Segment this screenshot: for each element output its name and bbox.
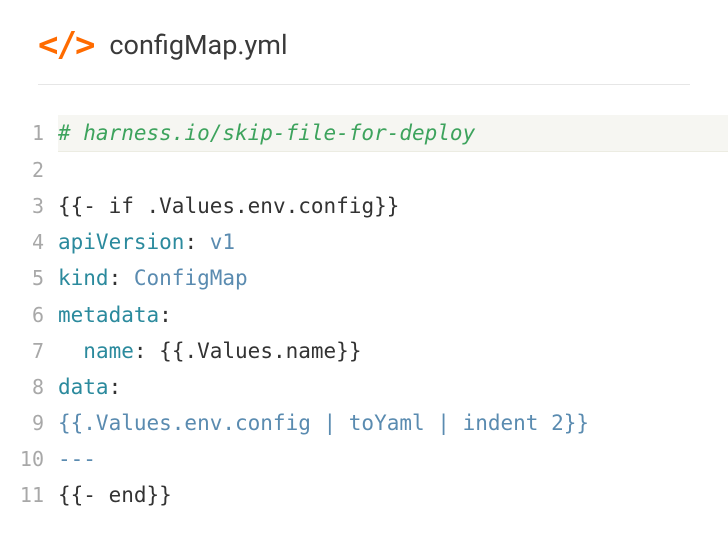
code-line: 3{{- if .Values.env.config}} [0,188,728,224]
code-line: 9{{.Values.env.config | toYaml | indent … [0,405,728,441]
file-header: </> configMap.yml [0,0,728,84]
line-number: 1 [0,116,58,150]
code-icon: </> [38,28,93,62]
code-token: ConfigMap [121,266,247,290]
code-content: --- [58,441,728,477]
code-line: 4apiVersion: v1 [0,224,728,260]
line-number: 4 [0,225,58,259]
line-number: 8 [0,370,58,404]
line-number: 6 [0,298,58,332]
code-content: # harness.io/skip-file-for-deploy [58,115,728,152]
code-editor: 1# harness.io/skip-file-for-deploy2 3{{-… [0,97,728,513]
code-token: }} [147,483,172,507]
code-line: 8data: [0,369,728,405]
code-token [58,158,71,182]
code-token: v1 [197,230,235,254]
code-content: apiVersion: v1 [58,224,728,260]
code-token: apiVersion [58,230,184,254]
code-content: {{- end}} [58,477,728,513]
code-line: 5kind: ConfigMap [0,260,728,296]
line-number: 10 [0,442,58,476]
code-token: : [184,230,197,254]
code-content: {{- if .Values.env.config}} [58,188,728,224]
code-content: metadata: [58,297,728,333]
code-content: name: {{.Values.name}} [58,333,728,369]
code-token: kind [58,266,109,290]
code-line: 6metadata: [0,297,728,333]
code-token: end [109,483,147,507]
code-token: {{- [58,194,109,218]
code-token: --- [58,447,96,471]
code-token: if [109,194,134,218]
code-content: data: [58,369,728,405]
code-line: 10--- [0,441,728,477]
code-token: data [58,375,109,399]
line-number: 11 [0,478,58,512]
code-token: : [109,266,122,290]
code-token [58,339,83,363]
code-token: : [109,375,122,399]
line-number: 3 [0,189,58,223]
header-divider [38,84,690,85]
line-number: 7 [0,334,58,368]
code-line: 7 name: {{.Values.name}} [0,333,728,369]
code-line: 1# harness.io/skip-file-for-deploy [0,115,728,152]
code-token: metadata [58,303,159,327]
code-line: 11{{- end}} [0,477,728,513]
code-token: # harness.io/skip-file-for-deploy [58,121,475,145]
code-token: {{.Values.name}} [147,339,362,363]
code-token: .Values.env.config}} [134,194,400,218]
line-number: 2 [0,153,58,187]
code-line: 2 [0,152,728,188]
code-content [58,152,728,188]
code-token: {{.Values.env.config | toYaml | indent 2… [58,411,589,435]
code-content: kind: ConfigMap [58,260,728,296]
line-number: 5 [0,261,58,295]
code-token: : [134,339,147,363]
code-token: {{- [58,483,109,507]
code-token: : [159,303,172,327]
file-name: configMap.yml [109,29,287,61]
code-content: {{.Values.env.config | toYaml | indent 2… [58,405,728,441]
line-number: 9 [0,406,58,440]
code-token: name [83,339,134,363]
